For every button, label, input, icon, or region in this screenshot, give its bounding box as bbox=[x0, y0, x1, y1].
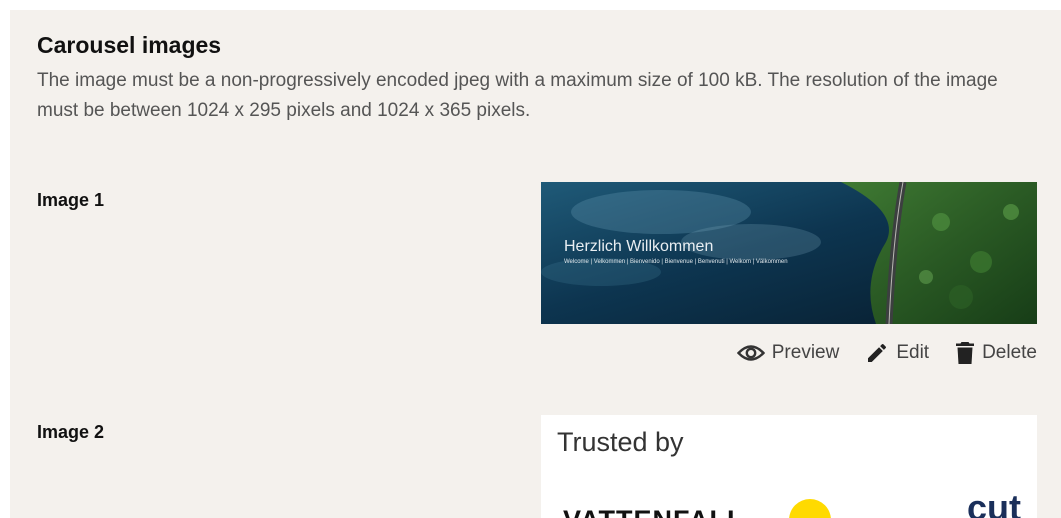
carousel-images-panel: Carousel images The image must be a non-… bbox=[10, 10, 1061, 518]
image-1-thumbnail[interactable]: Herzlich Willkommen Welcome | Velkommen … bbox=[541, 182, 1037, 324]
section-description: The image must be a non-progressively en… bbox=[37, 70, 998, 121]
edit-button[interactable]: Edit bbox=[865, 341, 929, 365]
delete-label: Delete bbox=[982, 342, 1037, 363]
section-title: Carousel images bbox=[37, 32, 222, 58]
image-2-thumbnail[interactable]: Trusted by VATTENFALL cut bbox=[541, 415, 1037, 518]
vattenfall-sun-logo-mark bbox=[789, 499, 831, 518]
preview-button[interactable]: Preview bbox=[736, 342, 840, 364]
trash-icon bbox=[955, 341, 975, 365]
eye-icon bbox=[736, 343, 765, 363]
image-1-label: Image 1 bbox=[37, 190, 105, 210]
cut-logo: cut bbox=[967, 487, 1021, 518]
image-1-banner-title: Herzlich Willkommen bbox=[564, 238, 714, 255]
edit-label: Edit bbox=[896, 342, 930, 363]
preview-label: Preview bbox=[771, 342, 840, 363]
image-2-label: Image 2 bbox=[37, 422, 105, 442]
vattenfall-logo: VATTENFALL bbox=[563, 505, 744, 518]
pencil-icon bbox=[865, 341, 889, 365]
image-1-banner-subtitle: Welcome | Velkommen | Bienvenido | Bienv… bbox=[564, 259, 788, 265]
image-1-actions: Preview Edit Delete bbox=[736, 341, 1037, 365]
delete-button[interactable]: Delete bbox=[955, 341, 1037, 365]
image-2-banner-title: Trusted by bbox=[557, 427, 684, 457]
